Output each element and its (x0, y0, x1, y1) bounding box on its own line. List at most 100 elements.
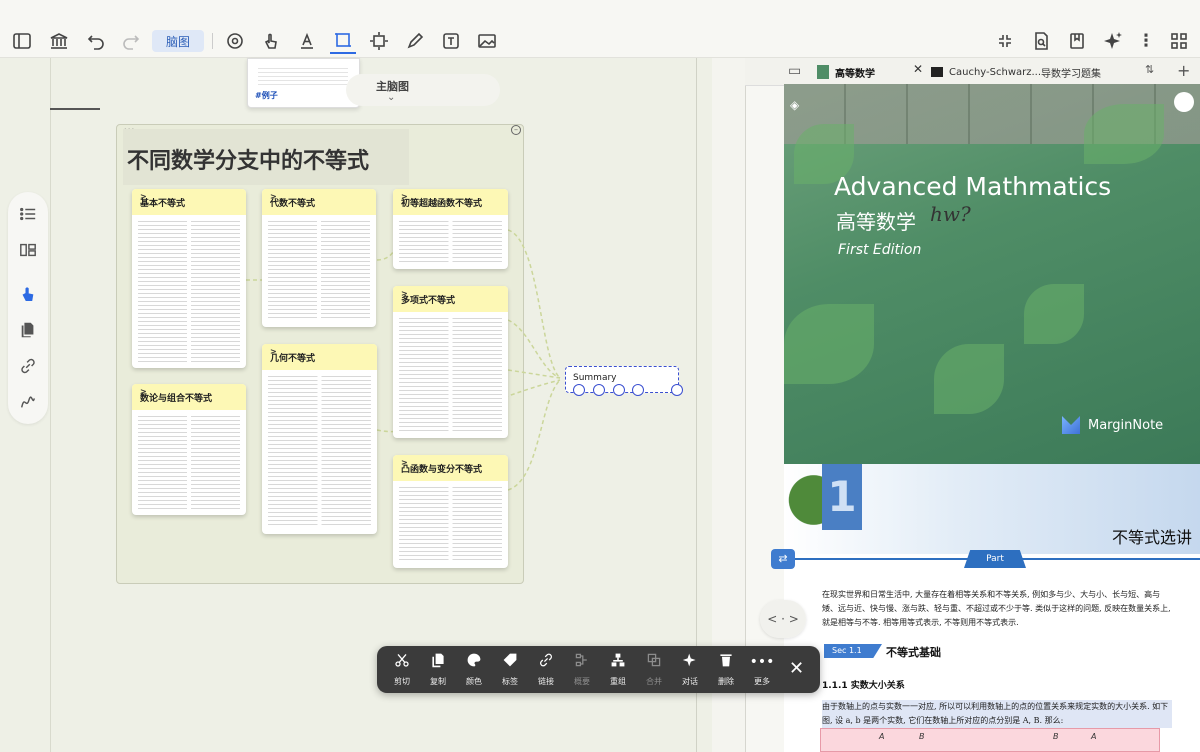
cover-leaf (1024, 284, 1084, 344)
axis-label: A (1091, 732, 1097, 741)
card-excerpt (138, 219, 240, 362)
action-label: 更多 (754, 677, 770, 686)
more-button[interactable]: ••• 更多 (745, 652, 779, 690)
close-tab-icon[interactable]: ✕ (913, 62, 923, 76)
card-geometry-inequality[interactable]: 几何不等式 > (262, 344, 377, 534)
action-label: 删除 (718, 677, 734, 686)
intro-paragraph: 在现实世界和日常生活中, 大量存在着相等关系和不等关系, 例如多与少、大与小、长… (822, 590, 1171, 627)
card-polynomial-inequality[interactable]: 多项式不等式 > (393, 286, 508, 438)
chevron-right-icon[interactable]: > (401, 289, 502, 298)
book-thumbnail (931, 67, 943, 77)
node-action-icon[interactable] (632, 384, 644, 396)
action-label: 重组 (610, 677, 626, 686)
action-label: 标签 (502, 677, 518, 686)
grid-menu-icon[interactable] (1166, 28, 1192, 54)
cover-leaf (1084, 104, 1164, 164)
chapter-title: 不等式选讲 (1111, 528, 1192, 547)
tag-icon (493, 652, 527, 672)
tab-label: 导数学习题集 (1041, 68, 1101, 80)
collapse-icon[interactable] (992, 28, 1018, 54)
axis-label: B (919, 732, 925, 741)
tab-label: Cauchy-Schwarz... (949, 66, 1042, 78)
brand-name: MarginNote (1088, 417, 1164, 433)
marginnote-logo: MarginNote (1062, 416, 1163, 434)
action-label: 颜色 (466, 677, 482, 686)
split-view-icon[interactable]: ▭ (788, 63, 801, 79)
cover-title-en: Advanced Mathmatics (834, 172, 1112, 201)
card-excerpt (138, 414, 240, 509)
color-button[interactable]: 颜色 (457, 652, 491, 690)
delete-button[interactable]: 删除 (709, 652, 743, 690)
chevron-right-icon[interactable]: > (270, 347, 371, 356)
tab-cauchy-schwarz[interactable]: Cauchy-Schwarz... (931, 58, 1041, 86)
add-tab-icon[interactable]: + (1177, 61, 1190, 80)
regroup-button[interactable]: 重组 (601, 652, 635, 690)
node-action-icon[interactable] (613, 384, 625, 396)
action-label: 复制 (430, 677, 446, 686)
reader-tab-bar: ▭ 高等数学 Cauchy-Schwarz... 导数学习题集 ⇅ + (745, 58, 1200, 86)
bookmark-book-icon[interactable] (1064, 28, 1090, 54)
section-tag: Sec 1.1 (824, 644, 882, 658)
chevron-right-icon[interactable]: > (270, 192, 370, 201)
node-action-icon[interactable] (593, 384, 605, 396)
card-basic-inequality[interactable]: 基本不等式 > (132, 189, 246, 368)
panel-toggle-button[interactable] (1174, 92, 1194, 112)
node-action-icon[interactable] (573, 384, 585, 396)
action-label: 剪切 (394, 677, 410, 686)
summary-icon (565, 652, 599, 672)
selection-action-bar: 剪切 复制 颜色 标签 链接 概要 重组 合并 对话 删除 ••• 更多 ✕ (377, 646, 820, 693)
search-document-icon[interactable] (1028, 28, 1054, 54)
axis-label: A (879, 732, 885, 741)
chevron-right-icon[interactable]: > (140, 192, 240, 201)
action-label: 链接 (538, 677, 554, 686)
card-transcendental-inequality[interactable]: 初等超越函数不等式 > (393, 189, 508, 269)
swap-panels-icon[interactable]: ⇄ (771, 549, 795, 569)
card-algebra-inequality[interactable]: 代数不等式 > (262, 189, 376, 327)
action-label: 对话 (682, 677, 698, 686)
page-nav-arrows[interactable]: < · > (760, 600, 806, 638)
chevron-right-icon[interactable]: > (140, 387, 240, 396)
card-excerpt (268, 374, 371, 528)
marginnote-logo-icon (1062, 416, 1080, 434)
copy-button[interactable]: 复制 (421, 652, 455, 690)
card-excerpt (399, 316, 502, 432)
number-line-figure: A B B A (820, 728, 1160, 752)
link-button[interactable]: 链接 (529, 652, 563, 690)
action-label: 概要 (574, 677, 590, 686)
action-label: 合并 (646, 677, 662, 686)
merge-button[interactable]: 合并 (637, 652, 671, 690)
tab-derivative-exercises[interactable]: 导数学习题集 (1041, 58, 1101, 86)
summary-button[interactable]: 概要 (565, 652, 599, 690)
node-action-icon[interactable] (671, 384, 683, 396)
more-vertical-icon[interactable]: ⋮ (1133, 28, 1159, 54)
copy-icon (421, 652, 455, 672)
chevron-right-icon[interactable]: > (401, 192, 502, 201)
chevron-right-icon[interactable]: > (401, 458, 502, 467)
palette-icon (457, 652, 491, 672)
tab-switch-icon[interactable]: ⇅ (1145, 63, 1154, 76)
book-thumbnail (817, 65, 829, 79)
ai-chat-button[interactable]: 对话 (673, 652, 707, 690)
merge-icon (637, 652, 671, 672)
trash-icon (709, 652, 743, 672)
scissors-icon (385, 652, 419, 672)
cut-button[interactable]: 剪切 (385, 652, 419, 690)
tab-label: 高等数学 (835, 68, 875, 80)
tag-button[interactable]: 标签 (493, 652, 527, 690)
close-icon[interactable]: ✕ (789, 658, 804, 679)
cover-edition: First Edition (838, 242, 922, 258)
highlighted-paragraph[interactable]: 由于数轴上的点与实数一一对应, 所以可以利用数轴上的点的位置关系来规定实数的大小… (822, 700, 1172, 728)
layers-icon[interactable]: ◈ (790, 98, 799, 112)
summary-label: Summary (573, 373, 617, 383)
link-icon (529, 652, 563, 672)
book-cover: ◈ Advanced Mathmatics 高等数学 hw? First Edi… (784, 84, 1200, 464)
card-excerpt (399, 219, 502, 263)
axis-label: B (1053, 732, 1059, 741)
subsection-title: 1.1.1 实数大小关系 (822, 681, 905, 691)
card-convex-inequality[interactable]: 凸函数与变分不等式 > (393, 455, 508, 568)
more-icon: ••• (749, 654, 775, 670)
tab-advanced-math[interactable]: 高等数学 (817, 58, 875, 86)
handwritten-annotation: hw? (930, 202, 971, 226)
ai-sparkle-icon[interactable] (1100, 28, 1126, 54)
card-number-theory-inequality[interactable]: 数论与组合不等式 > (132, 384, 246, 515)
